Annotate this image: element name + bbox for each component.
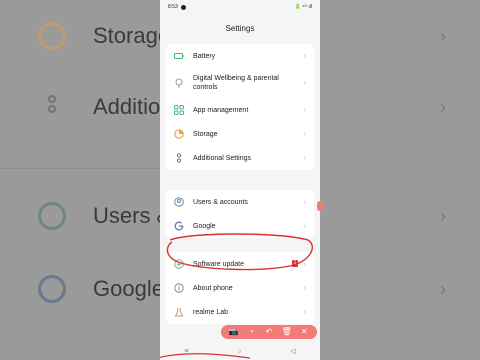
update-count-badge: 1 [292, 260, 298, 267]
status-icons: 🔋 ⁴ᴳ ıll [294, 4, 312, 10]
bg-dots-icon [38, 93, 66, 121]
phone-screen: 8:53 🔋 ⁴ᴳ ıll Settings Battery › Digital… [160, 0, 320, 360]
google-icon [174, 221, 184, 231]
bg-user-icon [38, 202, 66, 230]
user-icon [174, 197, 184, 207]
bg-row-text: Additio [93, 94, 160, 119]
storage-pie-icon [174, 129, 184, 139]
settings-item-about-phone[interactable]: About phone › [166, 276, 314, 300]
settings-item-digital-wellbeing[interactable]: Digital Wellbeing & parental controls › [166, 68, 314, 98]
group-gap [160, 170, 320, 190]
status-bar: 8:53 🔋 ⁴ᴳ ıll [160, 0, 320, 14]
chevron-right-icon: › [303, 198, 306, 206]
bg-chevron-icon: › [440, 206, 446, 226]
battery-icon [174, 53, 184, 59]
status-time: 8:53 [168, 4, 178, 10]
bg-row-text: Storage [93, 23, 160, 48]
chevron-right-icon: › [303, 284, 306, 292]
chevron-right-icon: › [303, 154, 306, 162]
bg-row-additional: Additio [0, 77, 160, 137]
settings-item-label: Users & accounts [193, 198, 248, 206]
screenshot-toolbar: 📷 ◔ ↶ 🗑 ✕ [221, 325, 317, 339]
floating-ball-handle[interactable] [317, 201, 323, 211]
status-left: 8:53 [168, 4, 186, 10]
chevron-right-icon: › [303, 260, 306, 268]
undo-icon[interactable]: ↶ [264, 327, 274, 337]
settings-item-app-management[interactable]: App management › [166, 98, 314, 122]
chevron-right-icon: › [303, 79, 306, 87]
settings-item-label: About phone [193, 284, 233, 292]
settings-item-battery[interactable]: Battery › [166, 44, 314, 68]
app-grid-icon [174, 105, 184, 115]
settings-item-software-update[interactable]: Software update 1 › [166, 252, 314, 276]
trash-icon[interactable]: 🗑 [282, 327, 292, 337]
bg-chevron-icon: › [440, 26, 446, 46]
menu-icon[interactable]: ≡ [184, 348, 188, 355]
chevron-right-icon: › [303, 130, 306, 138]
home-icon[interactable]: ○ [237, 348, 241, 355]
navigation-bar: ≡ ○ ◁ [160, 342, 320, 360]
settings-item-google[interactable]: Google › [166, 214, 314, 238]
notification-icon [180, 4, 186, 10]
bg-row-users: Users & [0, 186, 160, 246]
back-icon[interactable]: ◁ [290, 347, 295, 355]
camera-icon[interactable]: 📷 [229, 327, 239, 337]
chevron-right-icon: › [303, 222, 306, 230]
settings-group-1: Battery › Digital Wellbeing & parental c… [166, 44, 314, 170]
info-icon [174, 283, 184, 293]
settings-item-label: Software update [193, 260, 244, 268]
settings-item-label: realme Lab [193, 308, 229, 316]
settings-item-label: Battery [193, 52, 216, 60]
close-icon[interactable]: ✕ [299, 327, 309, 337]
settings-item-label: Additional Settings [193, 154, 251, 162]
settings-group-3: Software update 1 › About phone › realme… [166, 252, 314, 324]
lab-flask-icon [174, 307, 184, 317]
bg-row-google: Google [0, 259, 160, 319]
bg-chevron-icon: › [440, 97, 446, 117]
wellbeing-icon [175, 78, 183, 88]
palette-icon[interactable]: ◔ [246, 327, 256, 337]
chevron-right-icon: › [303, 52, 306, 60]
dots-icon [176, 153, 182, 163]
settings-item-label: App management [193, 106, 249, 114]
settings-item-storage[interactable]: Storage › [166, 122, 314, 146]
software-update-icon [174, 259, 184, 269]
bg-row-text: Google [93, 276, 160, 301]
settings-item-label: Google [193, 222, 216, 230]
settings-item-label: Storage [193, 130, 218, 138]
bg-row-text: Users & [93, 203, 160, 228]
bg-storage-icon [38, 22, 66, 50]
settings-item-additional-settings[interactable]: Additional Settings › [166, 146, 314, 170]
settings-item-label: Digital Wellbeing & parental controls [193, 75, 279, 91]
bg-divider [0, 168, 160, 169]
bg-row-storage: Storage [0, 6, 160, 66]
chevron-right-icon: › [303, 106, 306, 114]
settings-item-users-accounts[interactable]: Users & accounts › [166, 190, 314, 214]
chevron-right-icon: › [303, 308, 306, 316]
background-left-blur: Storage Additio Users & Google [0, 0, 160, 360]
page-title: Settings [225, 24, 255, 33]
bg-chevron-icon: › [440, 279, 446, 299]
settings-group-2: Users & accounts › Google › [166, 190, 314, 238]
bg-google-icon [38, 275, 66, 303]
settings-item-realme-lab[interactable]: realme Lab › [166, 300, 314, 324]
background-right-blur: › › › › [320, 0, 480, 360]
group-gap [160, 238, 320, 252]
